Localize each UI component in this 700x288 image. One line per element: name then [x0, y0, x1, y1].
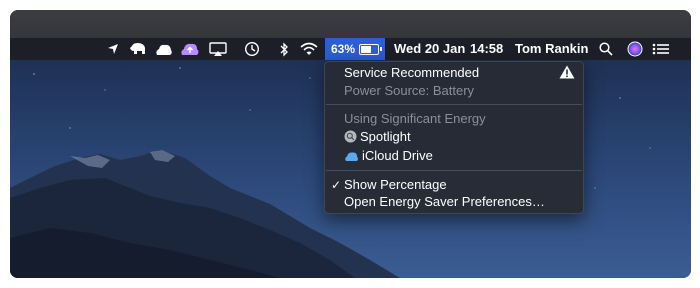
notification-center-icon[interactable]	[651, 40, 671, 58]
cloud-app-icon[interactable]	[154, 40, 174, 58]
location-arrow-icon[interactable]	[103, 40, 123, 58]
wifi-icon[interactable]	[299, 40, 319, 58]
energy-app-name: Spotlight	[360, 129, 411, 144]
menu-bar: 63% Wed 20 Jan 14:58 Tom Rankin	[10, 38, 691, 60]
battery-icon	[359, 43, 380, 55]
airplay-icon[interactable]	[208, 40, 228, 58]
menubar-time[interactable]: 14:58	[470, 41, 503, 56]
time-machine-icon[interactable]	[242, 40, 262, 58]
battery-percentage: 63%	[331, 42, 356, 56]
energy-app-icloud-drive[interactable]: iCloud Drive	[344, 148, 433, 165]
menubar-user-name[interactable]: Tom Rankin	[515, 41, 588, 56]
power-source-label: Power Source: Battery	[344, 83, 475, 98]
open-energy-saver-preferences-item[interactable]: Open Energy Saver Preferences…	[344, 194, 545, 209]
show-percentage-item[interactable]: Show Percentage	[344, 177, 447, 192]
battery-condition-item[interactable]: Service Recommended	[344, 65, 479, 80]
screenshot-frame: 63% Wed 20 Jan 14:58 Tom Rankin Service …	[10, 10, 691, 278]
cloud-upload-icon[interactable]	[180, 40, 200, 58]
energy-app-name: iCloud Drive	[362, 148, 433, 163]
siri-icon[interactable]	[625, 40, 645, 58]
warning-triangle-icon	[559, 65, 575, 82]
battery-status-item[interactable]: 63%	[325, 38, 385, 60]
energy-header-label: Using Significant Energy	[344, 111, 486, 126]
icloud-drive-icon	[344, 150, 359, 165]
checkmark-icon: ✓	[331, 178, 342, 192]
menu-separator	[326, 170, 582, 171]
menubar-date[interactable]: Wed 20 Jan	[394, 41, 465, 56]
spotlight-search-icon[interactable]	[596, 40, 616, 58]
menu-separator	[326, 104, 582, 105]
spotlight-app-icon	[344, 130, 357, 146]
window-chrome-bar	[10, 10, 691, 38]
bluetooth-icon[interactable]	[274, 40, 294, 58]
evernote-elephant-icon[interactable]	[128, 40, 148, 58]
battery-dropdown-menu: Service Recommended Power Source: Batter…	[324, 61, 584, 214]
energy-app-spotlight[interactable]: Spotlight	[344, 129, 411, 146]
